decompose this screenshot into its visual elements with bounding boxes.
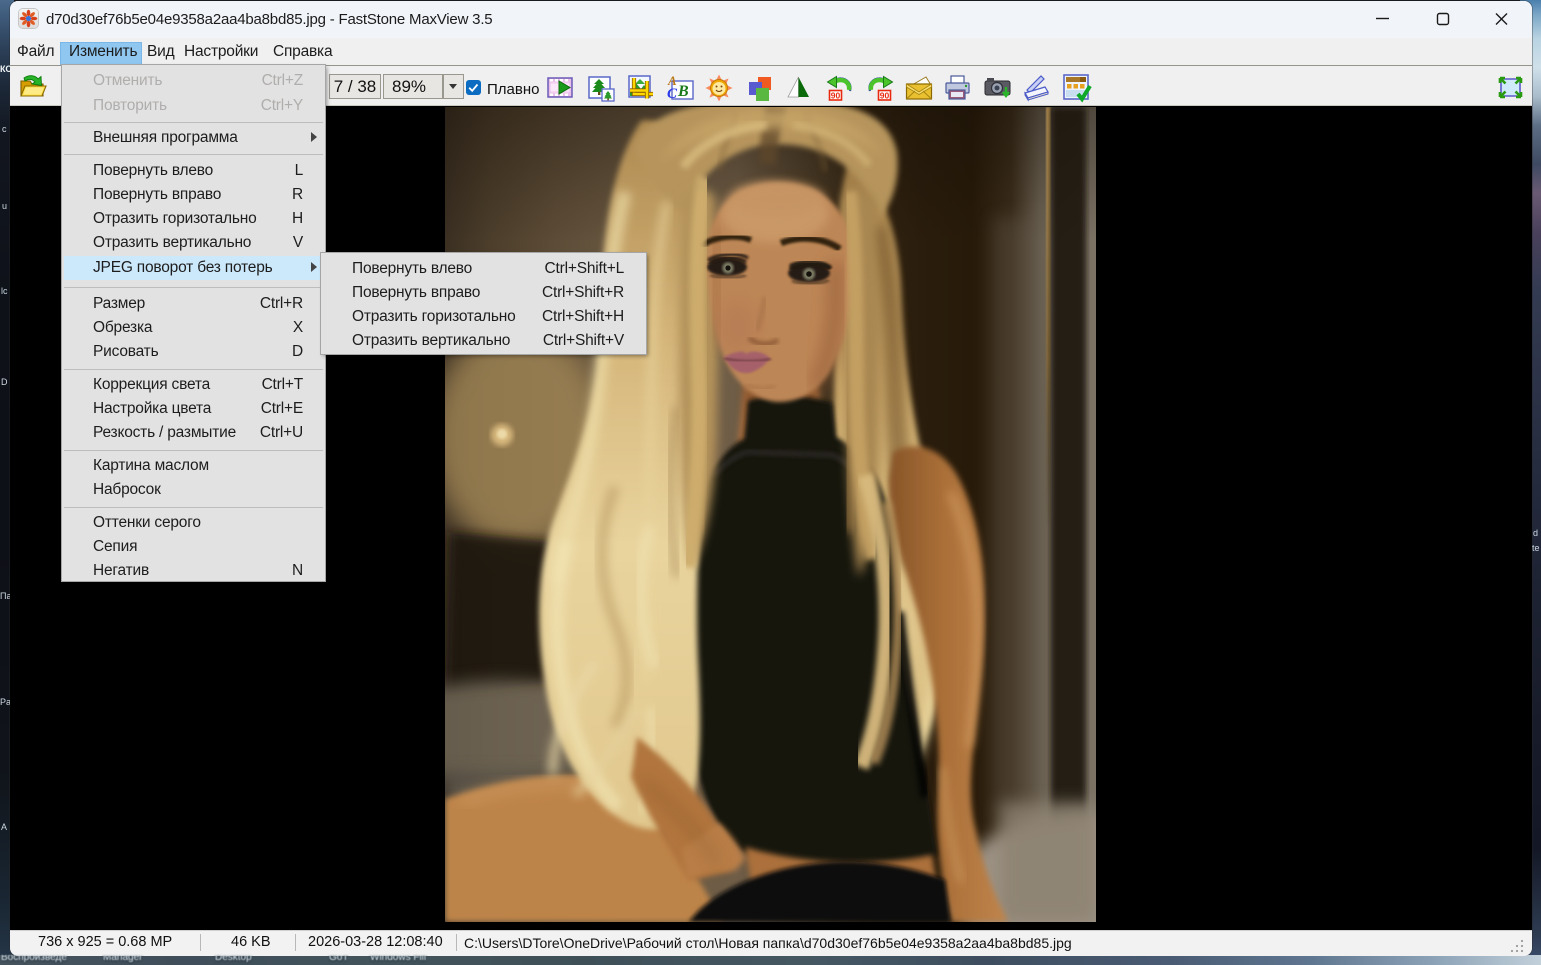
- svg-text:B: B: [677, 83, 689, 100]
- svg-text:90: 90: [831, 91, 841, 101]
- svg-text:90: 90: [880, 91, 890, 101]
- svg-text:C: C: [667, 86, 678, 102]
